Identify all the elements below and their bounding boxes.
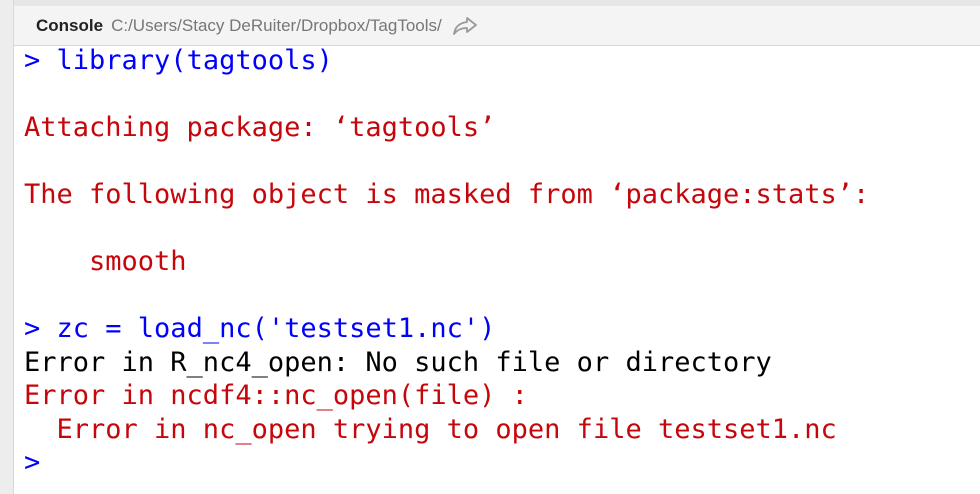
line-text: Attaching package: ‘tagtools’ bbox=[24, 112, 496, 143]
console-message-line: Error in nc_open trying to open file tes… bbox=[24, 413, 974, 447]
console-message-line: The following object is masked from ‘pac… bbox=[24, 178, 974, 212]
console-prompt-line: > bbox=[24, 446, 974, 480]
console-output[interactable]: > library(tagtools) Attaching package: ‘t… bbox=[24, 44, 974, 480]
console-message-line: Error in ncdf4::nc_open(file) : bbox=[24, 379, 974, 413]
rstudio-console-pane: Console C:/Users/Stacy DeRuiter/Dropbox/… bbox=[0, 0, 980, 494]
console-title: Console bbox=[36, 15, 104, 35]
working-directory-path: C:/Users/Stacy DeRuiter/Dropbox/TagTools… bbox=[111, 15, 442, 35]
console-output-line: Error in R_nc4_open: No such file or dir… bbox=[24, 346, 974, 380]
line-text: Error in nc_open trying to open file tes… bbox=[24, 413, 837, 445]
line-text: Error in R_nc4_open: No such file or dir… bbox=[24, 346, 772, 378]
line-text: The following object is masked from ‘pac… bbox=[24, 179, 870, 210]
console-message-line: Attaching package: ‘tagtools’ bbox=[24, 111, 974, 145]
console-header: Console C:/Users/Stacy DeRuiter/Dropbox/… bbox=[14, 0, 980, 46]
share-arrow-icon[interactable] bbox=[452, 15, 478, 37]
prompt-symbol: > bbox=[24, 447, 41, 478]
pane-left-edge bbox=[0, 0, 14, 494]
line-text: smooth bbox=[24, 246, 187, 277]
command-text: zc = load_nc('testset1.nc') bbox=[40, 313, 496, 344]
command-text: library(tagtools) bbox=[40, 45, 333, 76]
line-text: Error in ncdf4::nc_open(file) : bbox=[24, 380, 528, 411]
console-command-line: > library(tagtools) bbox=[24, 44, 974, 78]
console-message-line: smooth bbox=[24, 245, 974, 279]
prompt-symbol: > bbox=[24, 313, 41, 344]
console-command-line: > zc = load_nc('testset1.nc') bbox=[24, 312, 974, 346]
prompt-symbol: > bbox=[24, 45, 41, 76]
